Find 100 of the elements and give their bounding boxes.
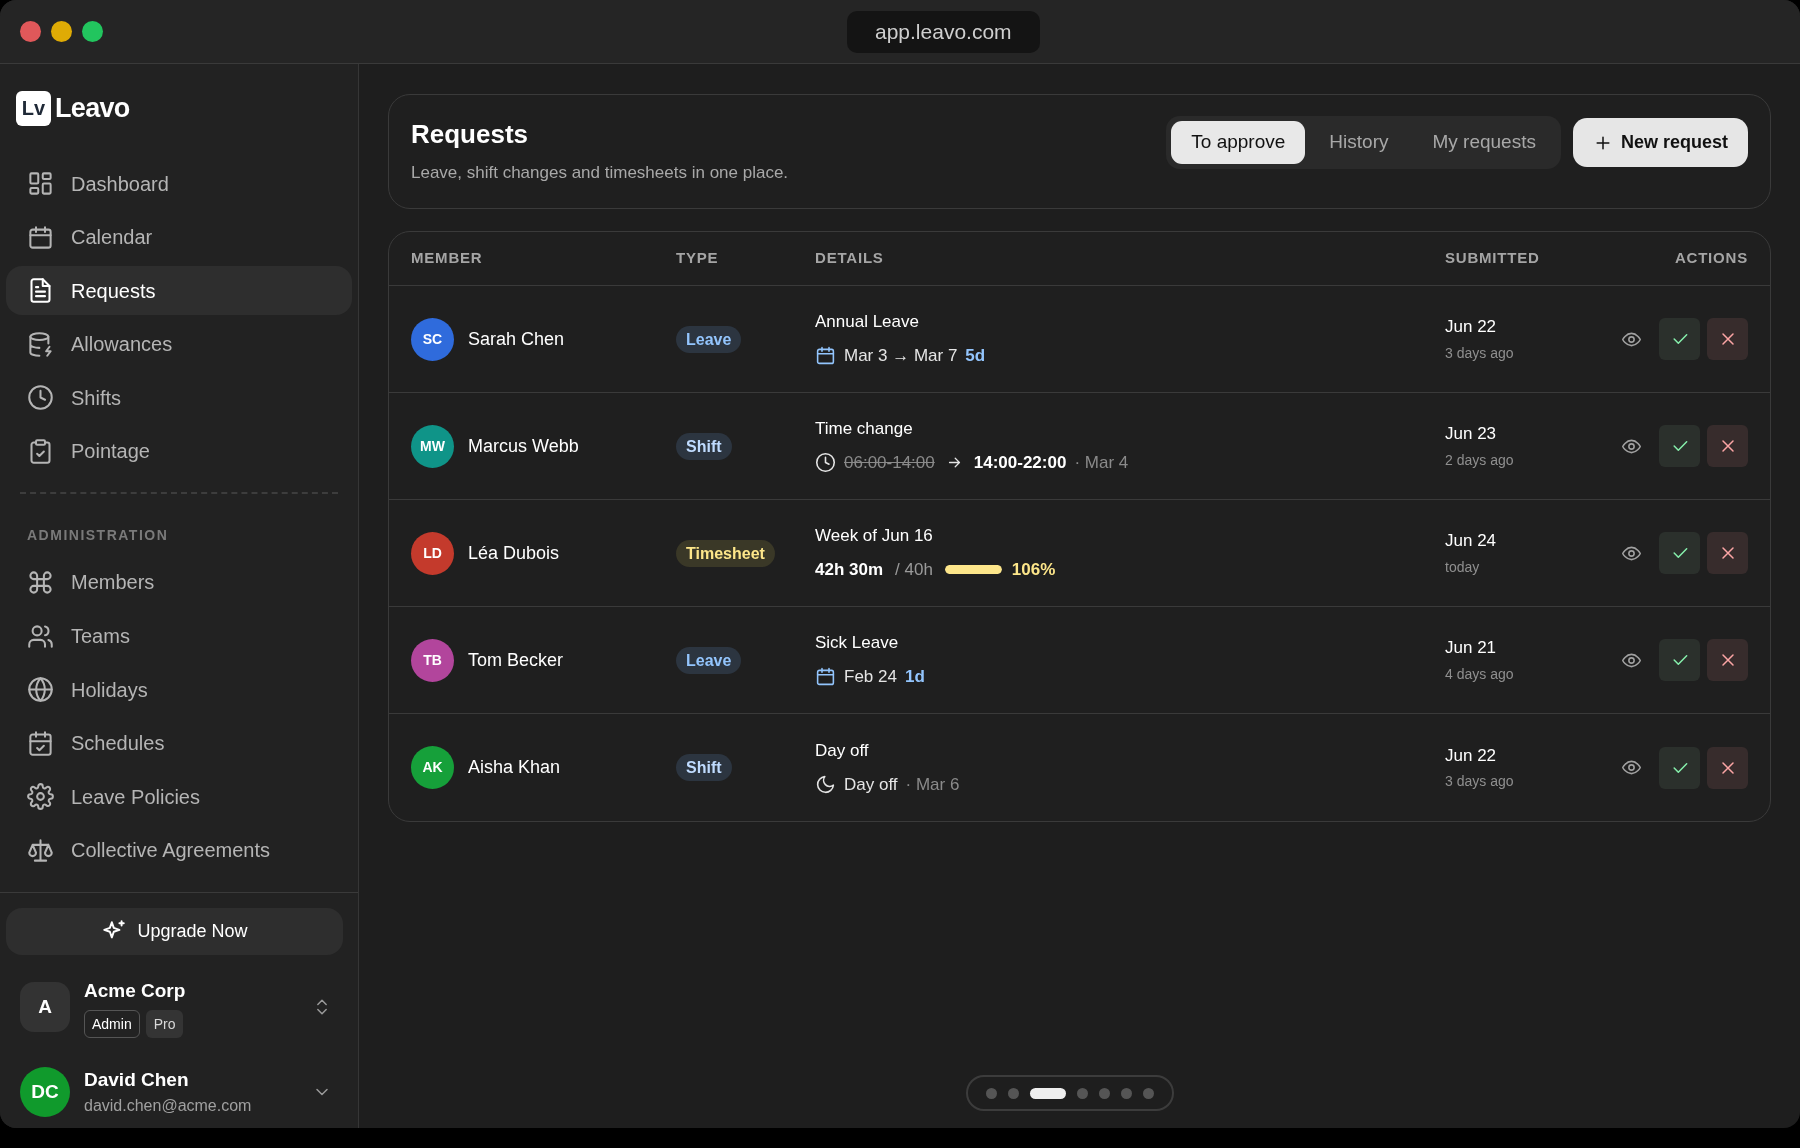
approve-button[interactable] — [1659, 746, 1700, 789]
moon-icon — [815, 773, 836, 795]
reject-button[interactable] — [1707, 532, 1748, 574]
member-avatar: AK — [411, 746, 454, 789]
nav-item[interactable]: Members — [6, 557, 352, 607]
scale-icon — [27, 836, 54, 864]
grid-icon — [27, 170, 54, 197]
page-subtitle: Leave, shift changes and timesheets in one place. — [411, 162, 789, 184]
address-bar[interactable]: app.leavo.com — [847, 11, 1040, 53]
new-time: 14:00-22:00 — [973, 452, 1067, 474]
submitted-date: Jun 22 — [1445, 744, 1498, 767]
nav-item[interactable]: Schedules — [6, 718, 352, 768]
user-avatar: DC — [20, 1066, 70, 1117]
nav-item[interactable]: Leave Policies — [6, 772, 352, 822]
org-avatar: A — [20, 982, 70, 1033]
maximize-window-button[interactable] — [82, 21, 103, 42]
command-icon — [27, 568, 54, 596]
submitted-ago: 3 days ago — [1445, 343, 1515, 363]
section-heading: ADMINISTRATION — [27, 526, 169, 546]
reject-button[interactable] — [1707, 318, 1748, 360]
member-name: Aisha Khan — [468, 756, 561, 779]
duration-label: 1d — [904, 666, 925, 688]
database-icon — [27, 330, 54, 358]
submitted-ago: 3 days ago — [1445, 772, 1515, 792]
org-name: Acme Corp — [84, 979, 187, 1003]
tab[interactable]: My requests — [1412, 121, 1556, 164]
calendar-icon — [815, 345, 836, 367]
globe-icon — [27, 676, 54, 704]
member-name: Sarah Chen — [468, 327, 565, 351]
submitted-date: Jun 21 — [1445, 637, 1498, 660]
column-header: DETAILS — [815, 248, 885, 269]
member-avatar: LD — [411, 531, 454, 575]
nav-item[interactable]: Calendar — [6, 212, 352, 262]
date-range: Feb 24 — [844, 666, 897, 688]
clock-icon — [27, 384, 54, 412]
member-name: Marcus Webb — [468, 434, 579, 458]
type-tag: Leave — [676, 325, 742, 353]
hours-percent: 106% — [1011, 559, 1056, 581]
nav-item[interactable]: Allowances — [6, 319, 352, 369]
reject-button[interactable] — [1707, 746, 1748, 789]
type-tag: Shift — [676, 754, 732, 781]
user-name: David Chen — [84, 1067, 190, 1092]
request-title: Time change — [815, 418, 914, 441]
settings-icon — [27, 783, 54, 811]
calendar-icon — [815, 666, 836, 688]
close-window-button[interactable] — [20, 21, 41, 42]
clipboard-icon — [27, 437, 54, 465]
member-avatar: TB — [411, 638, 454, 682]
hours-worked: 42h 30m — [815, 559, 884, 581]
shift-date: · Mar 4 — [1074, 452, 1129, 474]
nav-item[interactable]: Pointage — [6, 426, 352, 476]
submitted-ago: today — [1445, 557, 1481, 577]
logo-mark: Lv — [16, 90, 51, 126]
date-range: Mar 3 → Mar 7 — [844, 345, 958, 367]
day-off-date: · Mar 6 — [905, 773, 960, 796]
duration-label: 5d — [965, 345, 986, 367]
request-title: Week of Jun 16 — [815, 525, 934, 548]
role-badge: Pro — [145, 1009, 184, 1038]
nav-item[interactable]: Dashboard — [6, 159, 352, 208]
nav-item[interactable]: Collective Agreements — [6, 825, 352, 875]
submitted-date: Jun 24 — [1445, 530, 1498, 553]
member-avatar: MW — [411, 424, 454, 468]
logo-text: Leavo — [55, 91, 130, 125]
member-name: Léa Dubois — [468, 541, 560, 565]
day-off-label: Day off — [844, 773, 898, 796]
nav-item[interactable]: Shifts — [6, 373, 352, 423]
member-name: Tom Becker — [468, 648, 564, 672]
tab[interactable]: To approve — [1171, 121, 1306, 164]
hours-target: / 40h — [895, 559, 933, 581]
document-icon — [27, 277, 54, 305]
request-title: Sick Leave — [815, 632, 900, 655]
user-email: david.chen@acme.com — [84, 1096, 253, 1116]
type-tag: Shift — [676, 432, 732, 460]
column-header: MEMBER — [411, 248, 484, 269]
calendar-check-icon — [27, 729, 54, 757]
column-header: SUBMITTED — [1445, 248, 1541, 269]
reject-button[interactable] — [1707, 425, 1748, 467]
reject-button[interactable] — [1707, 639, 1748, 681]
minimize-window-button[interactable] — [51, 21, 72, 42]
column-header: TYPE — [676, 248, 720, 269]
new-request-button[interactable]: New request — [1572, 118, 1748, 167]
type-tag: Leave — [676, 646, 742, 674]
role-badge: Admin — [84, 1009, 140, 1038]
page-title: Requests — [411, 118, 530, 151]
submitted-date: Jun 22 — [1445, 316, 1498, 339]
column-header: ACTIONS — [1674, 248, 1748, 269]
nav-item[interactable]: Requests — [6, 266, 352, 316]
submitted-ago: 4 days ago — [1445, 664, 1515, 684]
old-time: 06:00-14:00 — [844, 452, 935, 474]
nav-item[interactable]: Teams — [6, 611, 352, 661]
users-icon — [27, 622, 54, 650]
clock-icon — [815, 452, 836, 474]
upgrade-button[interactable]: Upgrade Now — [6, 908, 343, 955]
request-title: Day off — [815, 739, 870, 762]
nav-item[interactable]: Holidays — [6, 665, 352, 715]
type-tag: Timesheet — [676, 539, 775, 567]
submitted-date: Jun 23 — [1445, 423, 1498, 446]
member-avatar: SC — [411, 317, 454, 361]
request-title: Annual Leave — [815, 311, 920, 334]
tab[interactable]: History — [1309, 121, 1409, 164]
